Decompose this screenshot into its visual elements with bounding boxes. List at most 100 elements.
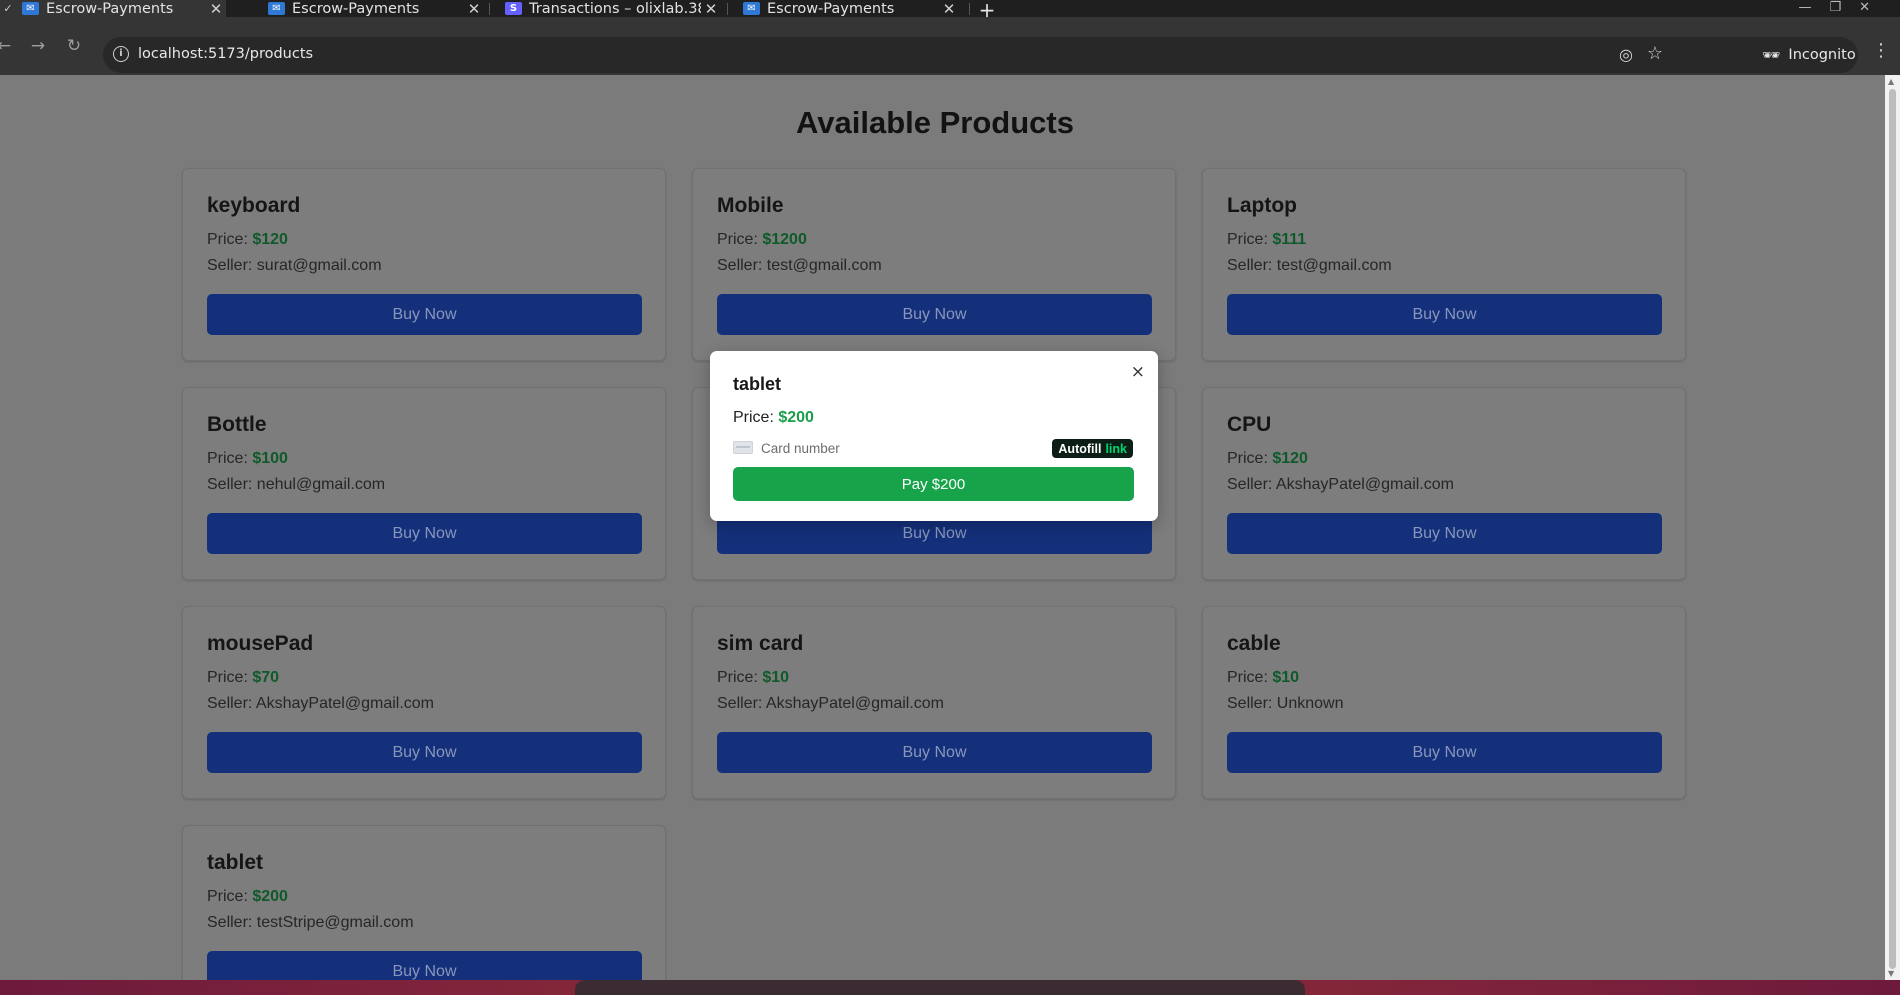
seller-value: AkshayPatel@gmail.com: [255, 695, 435, 712]
close-tab-icon[interactable]: ✕: [464, 0, 484, 17]
tab-transactions[interactable]: S Transactions – olixlab.38 ✕: [499, 0, 721, 17]
product-name: CPU: [1227, 413, 1272, 436]
close-modal-button[interactable]: ×: [1131, 362, 1145, 382]
product-price: Price: $120: [1227, 450, 1661, 468]
seller-value: AkshayPatel@gmail.com: [765, 695, 945, 712]
price-value: $10: [762, 669, 790, 686]
forward-icon[interactable]: →: [28, 36, 48, 56]
menu-icon[interactable]: ⋮: [1872, 40, 1890, 61]
price-label: Price:: [733, 409, 779, 426]
seller-label: Seller:: [717, 257, 767, 274]
card-number-input[interactable]: [761, 438, 1001, 458]
product-card: Bottle Price: $100 Seller: nehul@gmail.com…: [182, 387, 666, 580]
price-value: $120: [252, 231, 288, 248]
seller-value: nehul@gmail.com: [256, 476, 386, 493]
tab-title: Transactions – olixlab.38: [529, 0, 701, 17]
price-label: Price:: [207, 888, 253, 905]
product-price: Price: $120: [207, 231, 641, 249]
tab-separator: [489, 3, 490, 15]
bookmark-star-icon[interactable]: ☆: [1647, 43, 1663, 64]
link-logo: link: [1105, 441, 1127, 456]
autofill-text: Autofill: [1058, 441, 1102, 456]
product-card: keyboard Price: $120 Seller: surat@gmail.c…: [182, 168, 666, 361]
incognito-badge[interactable]: 🕶 Incognito: [1748, 37, 1858, 73]
price-label: Price:: [717, 669, 763, 686]
product-seller: Seller: AkshayPatel@gmail.com: [1227, 476, 1661, 494]
product-grid: keyboard Price: $120 Seller: surat@gmail.c…: [182, 168, 1686, 980]
price-label: Price:: [1227, 450, 1273, 467]
tab-title: Escrow-Payments: [46, 0, 174, 17]
scroll-up-icon[interactable]: ▲: [1888, 77, 1894, 86]
minimize-icon[interactable]: —: [1798, 0, 1811, 15]
buy-now-button[interactable]: Buy Now: [1227, 732, 1662, 773]
buy-now-button[interactable]: Buy Now: [1227, 294, 1662, 335]
seller-label: Seller:: [717, 695, 766, 712]
price-value: $10: [1272, 669, 1300, 686]
product-seller: Seller: AkshayPatel@gmail.com: [207, 695, 641, 713]
product-price: Price: $111: [1227, 231, 1661, 249]
product-seller: Seller: testStripe@gmail.com: [207, 914, 641, 932]
modal-product-name: tablet: [733, 374, 782, 394]
close-tab-icon[interactable]: ✕: [939, 0, 959, 17]
tab-escrow-2[interactable]: ✉ Escrow-Payments ✕: [262, 0, 484, 17]
scroll-down-icon[interactable]: ▼: [1888, 969, 1894, 978]
buy-now-button[interactable]: Buy Now: [207, 294, 642, 335]
price-value: $100: [252, 450, 288, 467]
eye-off-icon[interactable]: ◎: [1619, 45, 1633, 64]
tab-escrow-1[interactable]: ✓ ✉ Escrow-Payments ✕: [0, 0, 226, 17]
product-seller: Seller: nehul@gmail.com: [207, 476, 641, 494]
price-value: $120: [1272, 450, 1308, 467]
product-card: Laptop Price: $111 Seller: test@gmail.com B…: [1202, 168, 1686, 361]
restore-icon[interactable]: ❐: [1829, 0, 1841, 15]
modal-price: Price: $200: [733, 409, 814, 427]
seller-value: Unknown: [1276, 695, 1344, 712]
tab-escrow-3[interactable]: ✉ Escrow-Payments ✕: [737, 0, 959, 17]
price-value: $111: [1272, 231, 1307, 248]
window-controls: — ❐ ✕: [1798, 0, 1870, 15]
product-name: tablet: [207, 851, 264, 874]
product-name: Bottle: [207, 413, 267, 436]
close-tab-icon[interactable]: ✕: [206, 0, 226, 17]
tab-title: Escrow-Payments: [292, 0, 420, 17]
product-name: cable: [1227, 632, 1281, 655]
back-icon[interactable]: ←: [0, 36, 14, 56]
stripe-icon: S: [505, 2, 522, 15]
buy-now-button[interactable]: Buy Now: [1227, 513, 1662, 554]
address-bar[interactable]: i localhost:5173/products ◎ ☆: [103, 37, 1857, 73]
seller-value: test@gmail.com: [1276, 257, 1392, 274]
close-window-icon[interactable]: ✕: [1859, 0, 1870, 15]
site-info-icon[interactable]: i: [113, 46, 129, 62]
seller-label: Seller:: [1227, 257, 1277, 274]
scrollbar[interactable]: ▲ ▼: [1885, 75, 1900, 980]
product-price: Price: $100: [207, 450, 641, 468]
product-card: tablet Price: $200 Seller: testStripe@gmai…: [182, 825, 666, 980]
seller-label: Seller:: [1227, 695, 1277, 712]
price-value: $70: [252, 669, 280, 686]
scrollbar-thumb[interactable]: [1889, 89, 1896, 969]
buy-now-button[interactable]: Buy Now: [207, 732, 642, 773]
escrow-icon: ✉: [743, 2, 760, 15]
price-label: Price:: [207, 669, 253, 686]
price-label: Price:: [717, 231, 763, 248]
reload-icon[interactable]: ↻: [64, 36, 84, 56]
close-tab-icon[interactable]: ✕: [701, 0, 721, 17]
autofill-link-button[interactable]: Autofill link: [1052, 439, 1133, 458]
buy-now-button[interactable]: Buy Now: [717, 294, 1152, 335]
product-name: sim card: [717, 632, 804, 655]
pay-button[interactable]: Pay $200: [733, 467, 1134, 501]
price-value: $1200: [762, 231, 807, 248]
price-label: Price:: [1227, 231, 1273, 248]
product-price: Price: $200: [207, 888, 641, 906]
product-name: keyboard: [207, 194, 301, 217]
credit-card-icon: [733, 441, 753, 454]
seller-label: Seller:: [207, 695, 256, 712]
buy-now-button[interactable]: Buy Now: [207, 951, 642, 980]
price-value: $200: [252, 888, 288, 905]
seller-label: Seller:: [207, 257, 257, 274]
buy-now-button[interactable]: Buy Now: [207, 513, 642, 554]
chevron-icon: ✓: [3, 2, 13, 15]
buy-now-button[interactable]: Buy Now: [717, 732, 1152, 773]
incognito-icon: 🕶: [1762, 47, 1781, 64]
url-text[interactable]: localhost:5173/products: [138, 46, 313, 62]
price-label: Price:: [207, 450, 253, 467]
